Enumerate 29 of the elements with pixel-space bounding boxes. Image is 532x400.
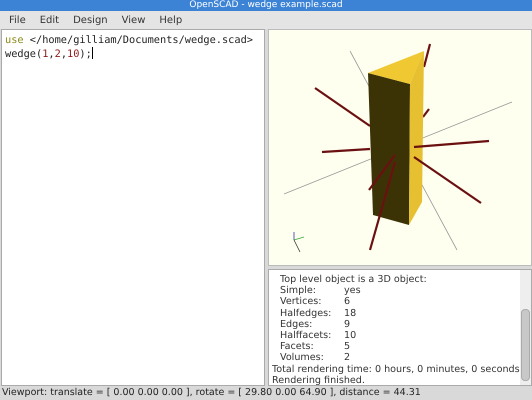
property-value: 5: [344, 341, 350, 352]
menu-item[interactable]: Design: [67, 12, 114, 28]
property-label: Simple:: [280, 285, 317, 296]
menu-item[interactable]: View: [116, 12, 152, 28]
menu-item[interactable]: Edit: [34, 12, 66, 28]
console-line: Top level object is a 3D object:: [279, 274, 428, 286]
3d-viewport[interactable]: [268, 29, 532, 266]
property-label: Halfedges:: [280, 308, 332, 319]
menu-item[interactable]: Help: [153, 12, 188, 28]
property-value: 9: [344, 318, 350, 330]
code-line: wedge(1,2,10);: [5, 47, 93, 61]
menu-item[interactable]: File: [3, 12, 32, 28]
property-value: 18: [344, 308, 356, 319]
property-value: 10: [344, 330, 356, 342]
property-value: yes: [344, 285, 361, 296]
property-label: Edges:: [280, 318, 314, 330]
scrollbar[interactable]: [520, 270, 531, 385]
property-label: Volumes:: [280, 352, 325, 364]
code-line: use </home/gilliam/Documents/wedge.scad>: [5, 34, 253, 47]
property-value: 2: [344, 352, 350, 364]
code-editor[interactable]: use </home/gilliam/Documents/wedge.scad> wedge(1,2,10);: [1, 29, 265, 386]
axes-icon: [294, 232, 304, 252]
property-label: Vertices:: [280, 296, 322, 308]
property-label: Facets:: [280, 341, 315, 352]
property-label: Halffacets:: [280, 330, 332, 342]
console-line: Rendering finished.: [272, 374, 366, 386]
console-line: Total rendering time: 0 hours, 0 minutes, 0 seconds: [272, 364, 520, 375]
property-value: 6: [344, 296, 350, 308]
window-title: OpenSCAD - wedge example.scad: [189, 0, 343, 11]
